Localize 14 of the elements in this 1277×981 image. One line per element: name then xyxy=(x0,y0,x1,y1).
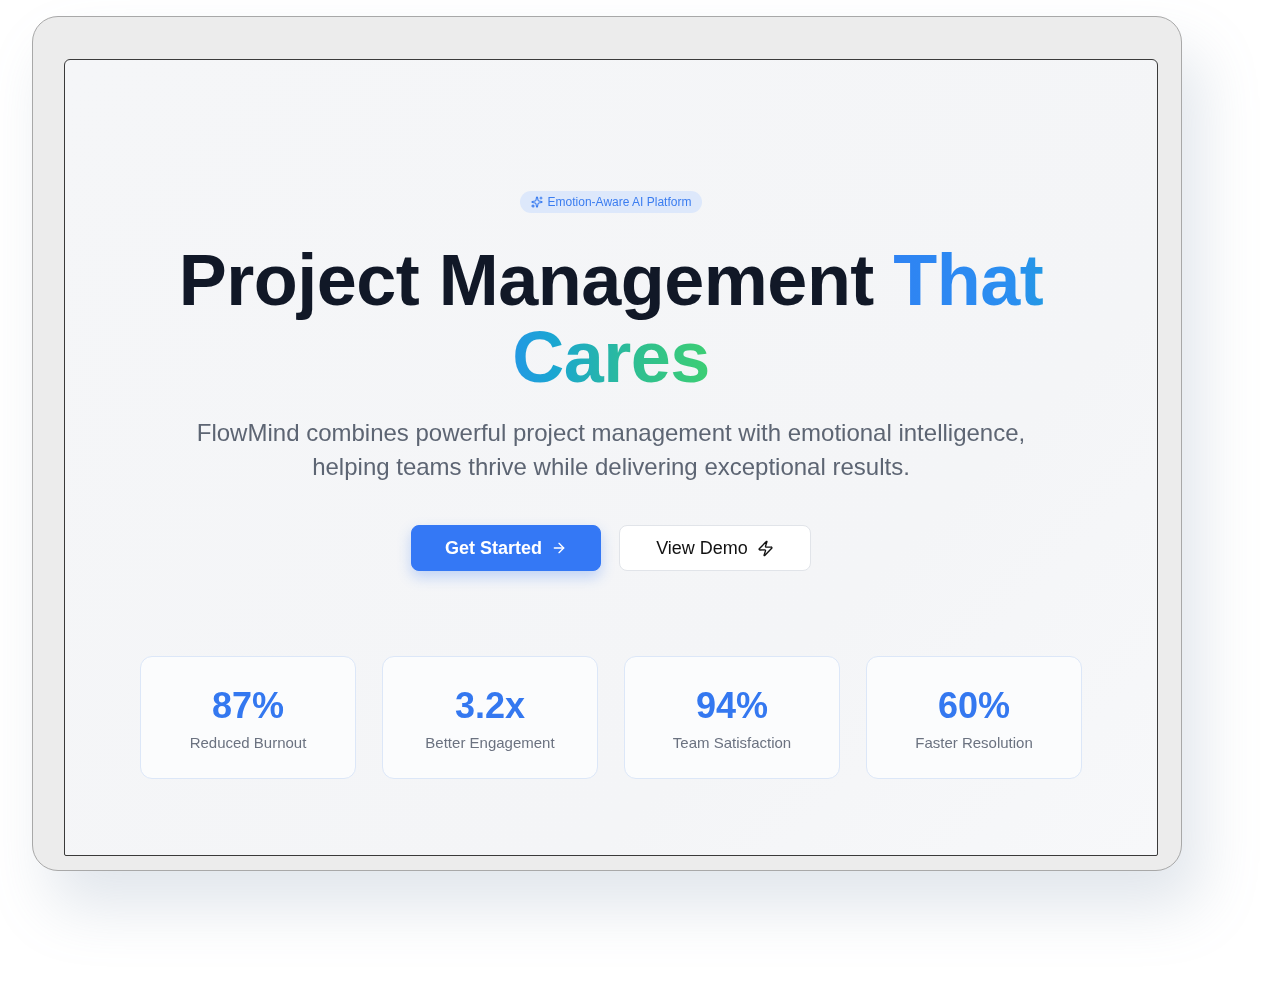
badge-label: Emotion-Aware AI Platform xyxy=(547,194,692,211)
stat-label: Faster Resolution xyxy=(915,733,1033,753)
stat-label: Better Engagement xyxy=(425,733,555,753)
stat-value: 60% xyxy=(937,685,1011,727)
stat-label: Team Satisfaction xyxy=(672,733,792,753)
stat-label: Reduced Burnout xyxy=(189,733,307,753)
stat-value: 3.2x xyxy=(454,685,526,727)
get-started-button[interactable]: Get Started xyxy=(411,525,601,571)
lightning-icon xyxy=(756,539,774,557)
stat-value: 94% xyxy=(695,685,769,727)
stat-value: 87% xyxy=(211,685,285,727)
hero-subtitle: FlowMind combines powerful project management with emotional intelligence, helping teams thrive while delivering exceptional results. xyxy=(195,418,1027,482)
sparkle-icon xyxy=(530,196,543,208)
view-demo-button[interactable]: View Demo xyxy=(619,525,811,571)
